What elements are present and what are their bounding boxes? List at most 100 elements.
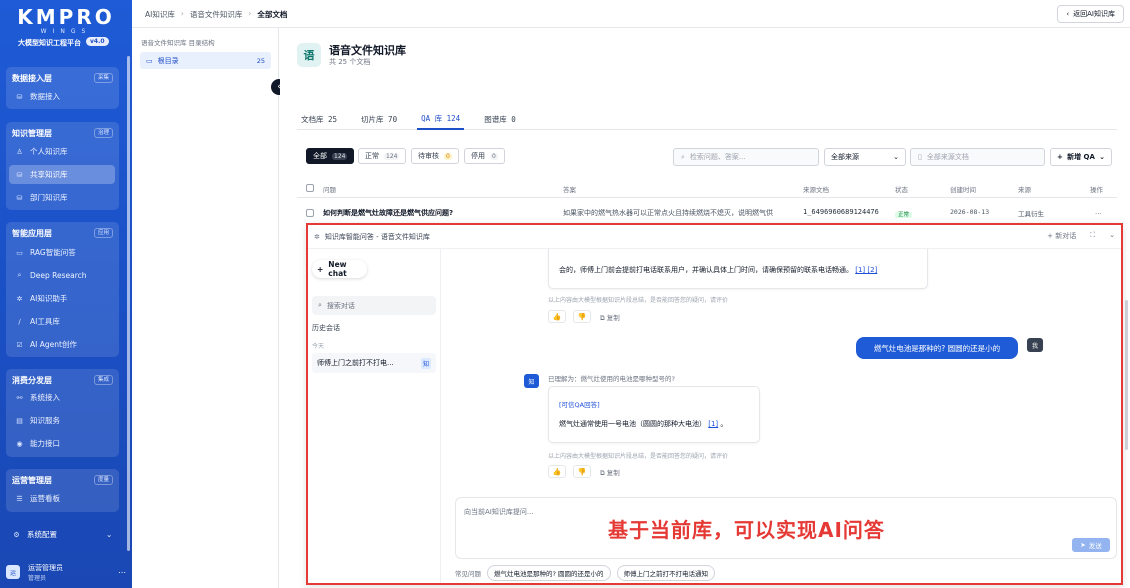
filter-label: 正常 — [365, 152, 379, 160]
sparkle-icon: ✲ — [16, 294, 23, 303]
database-icon: ⛁ — [16, 92, 23, 101]
breadcrumb-separator: › — [248, 9, 252, 18]
sidebar-item-label: AI Agent创作 — [30, 340, 77, 349]
user-profile[interactable]: 运 运营管理员 管理员 ⋯ — [6, 560, 126, 584]
filter-normal[interactable]: 正常 124 — [358, 148, 407, 164]
row-answer: 如果家中的燃气热水器可以正常点火且持续燃烧不熄灭，说明燃气供 — [563, 209, 773, 217]
new-chat-button[interactable]: + New chat — [312, 260, 367, 278]
quick-questions: 常见问题 燃气灶电池是那种的? 圆圆的还是小的 师傅上门之前打不打电话通知 — [455, 565, 716, 581]
tree-root-label: 根目录 — [157, 56, 179, 65]
source-select[interactable]: 全部来源 ⌄ — [824, 148, 906, 166]
sidebar-item-api[interactable]: ◉ 能力接口 — [9, 434, 115, 453]
system-config[interactable]: ⚙ 系统配置 ⌄ — [12, 529, 112, 540]
more-icon[interactable]: ⋯ — [118, 568, 126, 577]
sidebar-item-ai-tools[interactable]: ∕ AI工具库 — [9, 312, 115, 331]
chat-sidebar: + New chat ⌕ 搜索对话 历史会话 今天 师傅上门之前打不打电... … — [308, 249, 441, 583]
brand-wings: WINGS — [40, 28, 92, 35]
sidebar-item-data-access[interactable]: ⛁ 数据接入 — [9, 87, 115, 106]
filter-pending[interactable]: 待审核 0 — [411, 148, 459, 164]
sidebar-item-ai-assistant[interactable]: ✲ AI知识助手 — [9, 289, 115, 308]
system-config-label: 系统配置 — [27, 530, 57, 539]
filter-disabled[interactable]: 停用 0 — [464, 148, 505, 164]
sidebar-item-dept-kb[interactable]: ⛁ 部门知识库 — [9, 188, 115, 207]
breadcrumb-item[interactable]: AI知识库 — [145, 9, 175, 20]
table-row[interactable]: 如何判断是燃气灶故障还是燃气供应问题? 如果家中的燃气热水器可以正常点火且持续燃… — [297, 204, 1117, 222]
copy-button[interactable]: ⧉ 复制 — [600, 467, 620, 478]
page-subtitle: 共 25 个文档 — [329, 58, 371, 66]
sidebar-item-label: 运营看板 — [30, 494, 60, 503]
sidebar-item-personal-kb[interactable]: ♙ 个人知识库 — [9, 142, 115, 161]
database-icon: ⛁ — [16, 170, 23, 179]
sidebar-item-ops-dashboard[interactable]: ☰ 运营看板 — [9, 489, 115, 508]
chevron-down-icon[interactable]: ⌄ — [1109, 231, 1115, 241]
gear-icon: ⚙ — [13, 530, 20, 539]
api-icon: ◉ — [16, 439, 23, 448]
row-origin: 工具衍生 — [1018, 210, 1044, 218]
row-actions[interactable]: ... — [1095, 208, 1102, 216]
new-session-button[interactable]: + 新对话 — [1047, 231, 1076, 241]
new-session-label: 新对话 — [1055, 232, 1077, 240]
sidebar-item-shared-kb[interactable]: ⛁ 共享知识库 — [9, 165, 115, 184]
row-source-doc[interactable]: 1_6496960689124476 — [803, 208, 879, 216]
sidebar-item-knowledge-service[interactable]: ▤ 知识服务 — [9, 411, 115, 430]
tree-root-item[interactable]: ▭ 根目录 25 — [140, 52, 271, 69]
filter-label: 停用 — [471, 152, 485, 160]
group-title: 消费分发层 — [12, 376, 52, 385]
sidebar-scrollbar[interactable] — [127, 56, 130, 551]
column-header: 状态 — [895, 186, 908, 194]
history-item[interactable]: 师傅上门之前打不打电... 知 — [312, 353, 436, 373]
chat-search-input[interactable]: ⌕ 搜索对话 — [312, 296, 436, 315]
answer-text: 燃气灶通常使用一号电池（圆圆的那种大电池） — [559, 420, 706, 428]
logo: KMPRO WINGS — [12, 6, 120, 36]
filter-all[interactable]: 全部 124 — [306, 148, 355, 164]
thumbs-up-icon[interactable]: 👍 — [548, 310, 566, 323]
previous-answer-text: 会的，师傅上门前会提前打电话联系用户，并确认具体上门时间，请确保预留的联系电话畅… — [559, 266, 853, 274]
back-button[interactable]: ‹ 返回AI知识库 — [1057, 5, 1124, 23]
copy-label: 复制 — [606, 469, 620, 477]
tab-documents[interactable]: 文档库 25 — [297, 108, 341, 130]
filter-count: 124 — [384, 152, 400, 160]
thumbs-up-icon[interactable]: 👍 — [548, 465, 566, 478]
answer-ref[interactable]: [1] — [708, 420, 718, 428]
sidebar-item-rag[interactable]: ▭ RAG智能问答 — [9, 243, 115, 262]
column-header: 来源文档 — [803, 186, 829, 194]
source-doc-search[interactable]: ▯ 全部来源文档 — [910, 148, 1045, 166]
sidebar-item-deep-research[interactable]: ⌕ Deep Research — [9, 266, 115, 285]
top-bar: AI知识库 › 语音文件知识库 › 全部文档 ‹ 返回AI知识库 — [132, 0, 1130, 28]
chat-panel: ✲ 知识库智能问答 - 语音文件知识库 + 新对话 ⛶ ⌄ + New chat… — [306, 223, 1123, 585]
sidebar-item-label: AI工具库 — [30, 317, 60, 326]
breadcrumb-item[interactable]: 语音文件知识库 — [190, 9, 243, 20]
column-header: 操作 — [1090, 186, 1103, 194]
add-qa-button[interactable]: + 新增 QA ⌄ — [1050, 148, 1112, 166]
chat-header-actions: + 新对话 ⛶ ⌄ — [1047, 231, 1115, 241]
send-button[interactable]: ➤ 发送 — [1072, 538, 1110, 552]
row-created: 2026-08-13 — [950, 208, 990, 216]
quick-question-chip[interactable]: 燃气灶电池是那种的? 圆圆的还是小的 — [487, 565, 611, 581]
row-checkbox[interactable] — [306, 209, 314, 217]
filter-label: 全部 — [313, 152, 327, 160]
sidebar-item-label: 部门知识库 — [30, 193, 68, 202]
thumbs-down-icon[interactable]: 👎 — [573, 465, 591, 478]
platform-subtitle: 大模型知识工程平台 — [18, 39, 81, 47]
tab-slices[interactable]: 切片库 70 — [357, 108, 401, 130]
column-header: 创建时间 — [950, 186, 976, 194]
sidebar-item-system-access[interactable]: ⚯ 系统接入 — [9, 388, 115, 407]
user-icon: ♙ — [16, 147, 23, 156]
sidebar-item-label: 共享知识库 — [30, 170, 68, 179]
previous-answer-refs[interactable]: [1] [2] — [855, 266, 877, 274]
tab-graph[interactable]: 图谱库 0 — [480, 108, 520, 130]
sidebar-item-ai-agent[interactable]: ☑ AI Agent创作 — [9, 335, 115, 354]
main-scrollbar[interactable] — [1125, 300, 1128, 450]
source-select-value: 全部来源 — [831, 153, 859, 161]
group-title: 智能应用层 — [12, 229, 52, 238]
fullscreen-icon[interactable]: ⛶ — [1090, 231, 1095, 241]
send-icon: ➤ — [1080, 541, 1086, 549]
select-all-checkbox[interactable] — [306, 184, 314, 192]
thumbs-down-icon[interactable]: 👎 — [573, 310, 591, 323]
group-knowledge-management: 知识管理层 治理 ♙ 个人知识库 ⛁ 共享知识库 ⛁ 部门知识库 — [6, 122, 119, 210]
copy-button[interactable]: ⧉ 复制 — [600, 312, 620, 323]
quick-question-chip[interactable]: 师傅上门之前打不打电话通知 — [616, 565, 716, 581]
sidebar-item-label: 个人知识库 — [30, 147, 68, 156]
tab-qa[interactable]: QA 库 124 — [417, 108, 465, 130]
qa-search-input[interactable]: ⌕ 检索问题、答案... — [673, 148, 819, 166]
